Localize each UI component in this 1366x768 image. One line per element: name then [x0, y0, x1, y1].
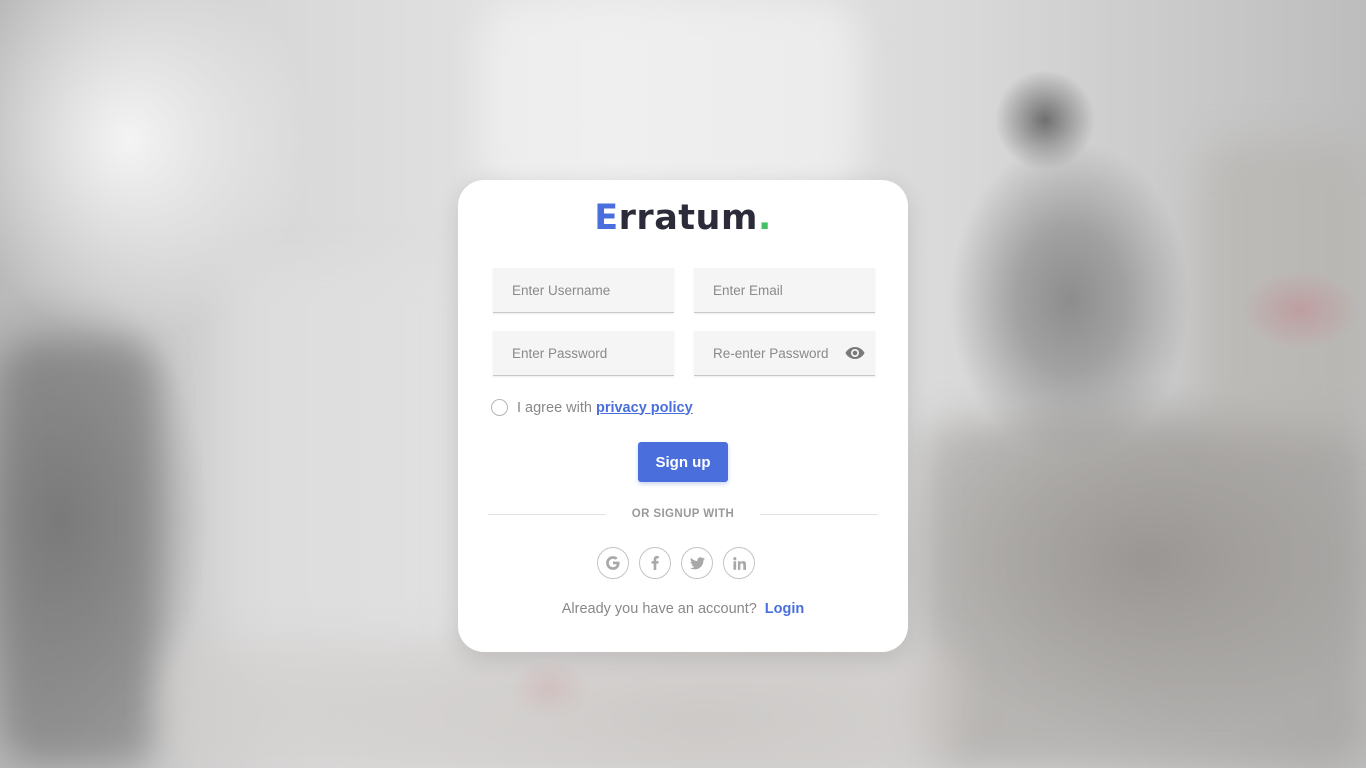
login-prompt: Already you have an account? Login	[458, 601, 908, 617]
background-shape	[160, 640, 960, 768]
background-shape	[0, 340, 160, 768]
agree-radio[interactable]	[491, 399, 508, 416]
brand-logo: Erratum.	[458, 196, 908, 240]
twitter-button[interactable]	[681, 547, 713, 579]
email-input[interactable]	[694, 268, 875, 312]
background-shape	[480, 0, 860, 200]
username-input[interactable]	[493, 268, 674, 312]
signup-card: Erratum. I agree with privacy policy Sig…	[458, 180, 908, 652]
agree-row: I agree with privacy policy	[491, 399, 693, 416]
google-icon	[606, 556, 620, 570]
username-field-wrapper	[493, 268, 674, 313]
background-shape	[920, 420, 1366, 768]
twitter-icon	[689, 556, 705, 569]
login-link[interactable]: Login	[765, 601, 804, 617]
privacy-policy-link[interactable]: privacy policy	[596, 400, 693, 416]
background-shape	[220, 260, 460, 680]
social-buttons	[597, 547, 755, 579]
linkedin-button[interactable]	[723, 547, 755, 579]
facebook-icon	[651, 556, 659, 570]
or-signup-divider: OR SIGNUP WITH	[488, 506, 878, 522]
divider-line-right	[760, 514, 878, 515]
signup-button[interactable]: Sign up	[638, 442, 728, 482]
repassword-field-wrapper	[694, 331, 875, 376]
logo-text: rratum	[618, 198, 758, 238]
email-field-wrapper	[694, 268, 875, 313]
login-question: Already you have an account?	[561, 601, 757, 617]
logo-dot: .	[757, 198, 772, 238]
background-shape	[1200, 140, 1366, 440]
agree-text: I agree with	[517, 399, 592, 416]
eye-icon[interactable]	[845, 346, 865, 360]
facebook-button[interactable]	[639, 547, 671, 579]
password-field-wrapper	[493, 331, 674, 376]
logo-first-letter: E	[594, 198, 619, 238]
password-input[interactable]	[493, 331, 674, 375]
google-button[interactable]	[597, 547, 629, 579]
linkedin-icon	[732, 556, 746, 570]
